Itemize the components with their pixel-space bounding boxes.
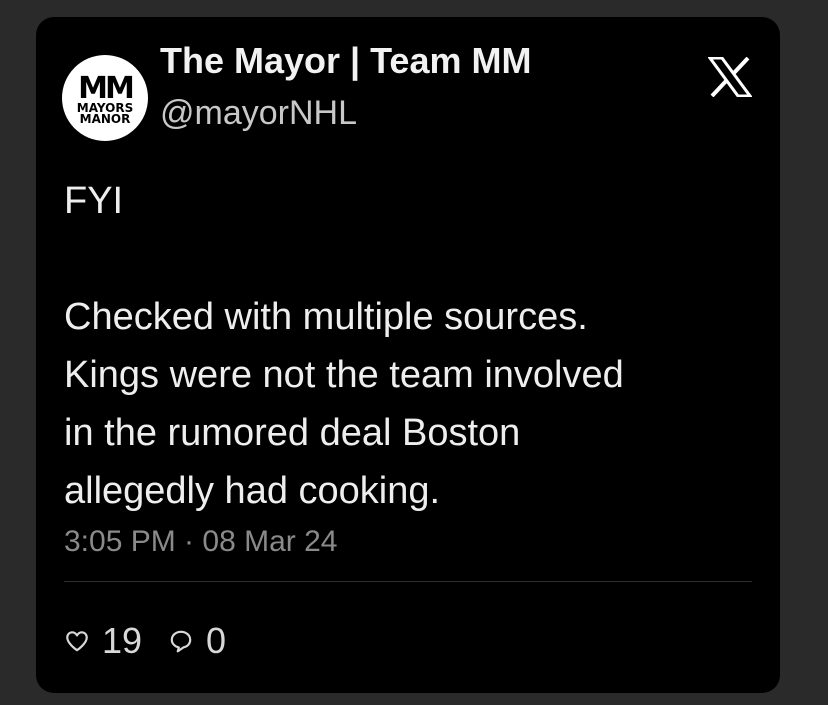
tweet-actions: 19 0 bbox=[64, 617, 252, 665]
reply-bubble-icon bbox=[170, 630, 192, 653]
divider bbox=[64, 581, 752, 582]
avatar-logo-text-line2: MANOR bbox=[79, 112, 131, 126]
reply-count: 0 bbox=[206, 620, 227, 661]
tweet-card: MM MAYORS MANOR The Mayor | Team MM @may… bbox=[36, 17, 780, 693]
tweet-timestamp[interactable]: 3:05 PM · 08 Mar 24 bbox=[64, 525, 337, 559]
tweet-text: FYI Checked with multiple sources. Kings… bbox=[64, 172, 764, 520]
avatar[interactable]: MM MAYORS MANOR bbox=[62, 55, 148, 141]
tweet-text-line1: FYI bbox=[64, 180, 124, 222]
reply-button[interactable]: 0 bbox=[168, 620, 226, 662]
like-button[interactable]: 19 bbox=[64, 620, 142, 662]
author-handle[interactable]: @mayorNHL bbox=[160, 94, 357, 133]
author-display-name[interactable]: The Mayor | Team MM bbox=[160, 40, 531, 82]
like-count: 19 bbox=[102, 620, 143, 661]
avatar-logo-mark: MM bbox=[78, 71, 135, 106]
heart-icon bbox=[66, 631, 88, 652]
tweet-text-body: Checked with multiple sources. Kings wer… bbox=[64, 296, 624, 512]
x-logo-icon[interactable] bbox=[708, 57, 752, 97]
